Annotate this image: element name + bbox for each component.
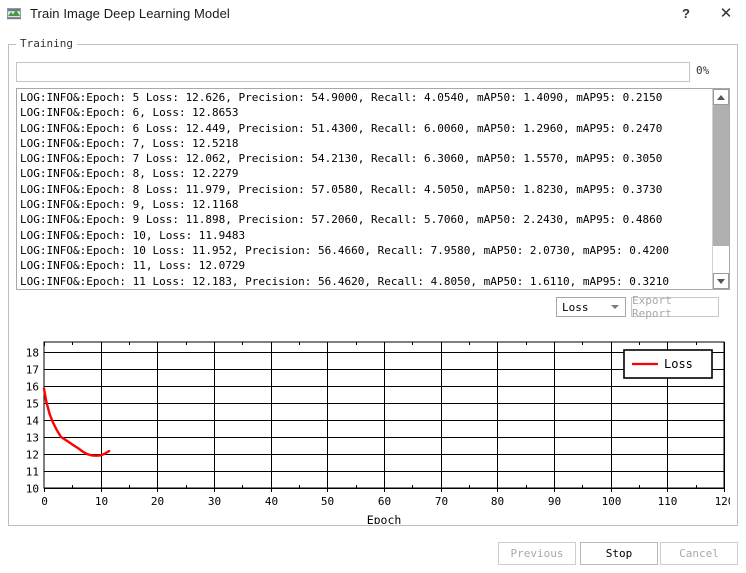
y-tick-label: 10 [26,483,39,496]
x-tick-label: 10 [95,495,108,508]
scrollbar-track[interactable] [713,105,729,273]
scrollbar-thumb[interactable] [713,105,729,247]
x-tick-label: 90 [548,495,561,508]
previous-button[interactable]: Previous [498,542,576,565]
stop-button[interactable]: Stop [580,542,658,565]
log-line: LOG:INFO&:Epoch: 10, Loss: 11.9483 [20,228,246,242]
x-tick-label: 80 [491,495,504,508]
export-report-button[interactable]: Export Report [631,294,719,320]
loss-chart: 10 11 12 13 14 15 16 17 18 0 10 20 30 40 50 60 70 80 90 100… [16,328,730,524]
x-tick-label: 120 [715,495,730,508]
progress-percent-label: 0% [696,64,710,77]
window-title: Train Image Deep Learning Model [30,5,230,21]
x-tick-label: 100 [602,495,622,508]
x-tick-label: 110 [658,495,678,508]
x-axis-label: Epoch [367,513,402,524]
metric-select-value: Loss [562,300,589,314]
log-line: LOG:INFO&:Epoch: 7, Loss: 12.5218 [20,136,239,150]
log-line: LOG:INFO&:Epoch: 5 Loss: 12.626, Precisi… [20,91,663,104]
close-icon[interactable]: ✕ [706,0,746,26]
y-tick-label: 17 [26,364,39,377]
title-bar-buttons: ? ✕ [666,0,746,26]
log-line: LOG:INFO&:Epoch: 10 Loss: 11.952, Precis… [20,243,670,257]
y-tick-label: 14 [26,415,40,428]
app-icon [6,5,22,21]
log-scrollbar[interactable] [712,89,729,289]
y-tick-label: 16 [26,381,39,394]
training-progress-bar [16,62,690,82]
x-tick-label: 30 [208,495,221,508]
scroll-up-icon[interactable] [713,89,729,105]
training-groupbox-label: Training [16,38,77,50]
y-tick-label: 12 [26,449,39,462]
x-tick-label: 40 [265,495,278,508]
log-line: LOG:INFO&:Epoch: 8, Loss: 12.2279 [20,167,239,181]
cancel-button[interactable]: Cancel [660,542,738,565]
log-line: LOG:INFO&:Epoch: 11 Loss: 12.183, Precis… [20,274,670,288]
y-tick-label: 13 [26,432,39,445]
train-dialog: Train Image Deep Learning Model ? ✕ Trai… [0,0,746,573]
log-line: LOG:INFO&:Epoch: 6, Loss: 12.8653 [20,106,239,120]
help-icon[interactable]: ? [666,0,706,26]
log-line: LOG:INFO&:Epoch: 9 Loss: 11.898, Precisi… [20,213,663,227]
x-tick-label: 0 [41,495,48,508]
legend-label-loss: Loss [664,357,693,371]
scroll-down-icon[interactable] [713,273,729,289]
metric-select[interactable]: Loss [556,297,626,317]
training-log-panel: LOG:INFO&:Epoch: 5 Loss: 12.626, Precisi… [16,88,730,290]
log-line: LOG:INFO&:Epoch: 8 Loss: 11.979, Precisi… [20,182,663,196]
x-tick-label: 60 [378,495,391,508]
log-line: LOG:INFO&:Epoch: 7 Loss: 12.062, Precisi… [20,152,663,166]
chevron-down-icon [611,305,619,309]
x-tick-label: 20 [151,495,164,508]
x-tick-label: 70 [435,495,448,508]
y-tick-label: 15 [26,398,39,411]
x-tick-label: 50 [321,495,334,508]
y-tick-label: 18 [26,347,39,360]
training-log-text[interactable]: LOG:INFO&:Epoch: 5 Loss: 12.626, Precisi… [17,89,712,289]
log-line: LOG:INFO&:Epoch: 9, Loss: 12.1168 [20,198,239,212]
dialog-button-bar: Previous Stop Cancel [0,540,746,573]
loss-chart-svg: 1011121314151617180 10 20 30 40 50 60 70 80 90 100… [26,341,730,524]
y-tick-label: 11 [26,466,39,479]
title-bar: Train Image Deep Learning Model ? ✕ [0,0,746,26]
log-line: LOG:INFO&:Epoch: 11, Loss: 12.0729 [20,259,246,273]
log-line: LOG:INFO&:Epoch: 6 Loss: 12.449, Precisi… [20,121,663,135]
